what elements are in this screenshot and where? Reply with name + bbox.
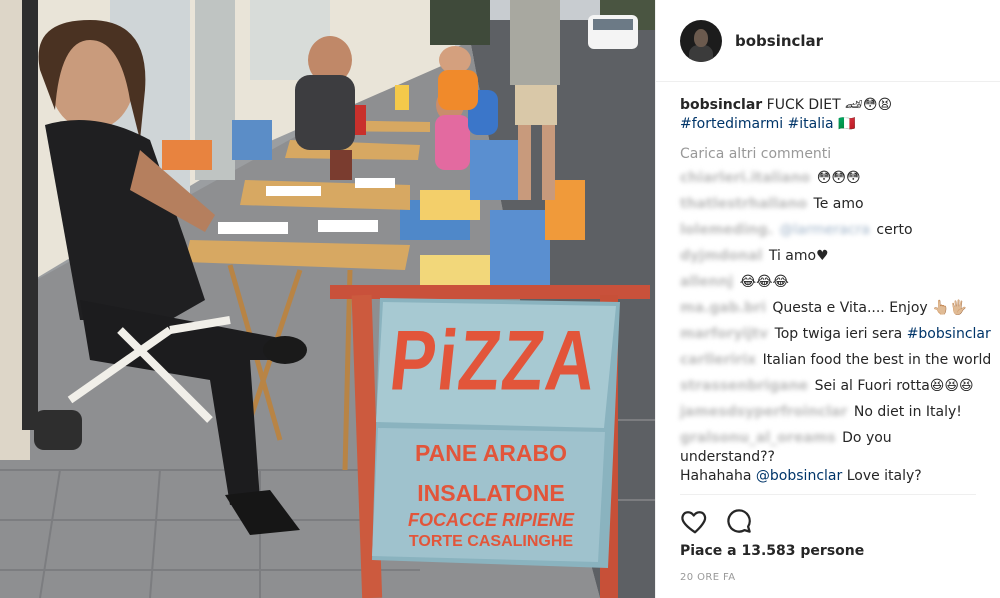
post-header: bobsinclar: [656, 0, 1000, 82]
comment-bubble-icon[interactable]: [724, 506, 754, 536]
comment-text-continued: Hahahaha: [680, 468, 756, 484]
comment-username[interactable]: marforyijtv: [680, 326, 768, 342]
post-photo[interactable]: PiZZA PANE ARABO INSALATONE FOCACCE RIPI…: [0, 0, 655, 598]
caption-username[interactable]: bobsinclar: [680, 97, 762, 113]
post-timestamp[interactable]: 20 ORE FA: [680, 572, 736, 583]
comment: carlleririx Italian food the best in the…: [680, 351, 991, 370]
comment-username[interactable]: dyjmdonal: [680, 248, 762, 264]
comment: jamesdsyperfroinclar No diet in Italy!: [680, 403, 976, 422]
comment-text: Sei al Fuori rotta😆😆😆: [814, 378, 974, 394]
caption: bobsinclar FUCK DIET 🏎😳😫 #fortedimarmi #…: [680, 96, 976, 134]
comment: strassenbrigane Sei al Fuori rotta😆😆😆: [680, 377, 976, 396]
comment-text: No diet in Italy!: [853, 404, 962, 420]
comment-username[interactable]: lolemeding.: [680, 222, 773, 238]
comment-username[interactable]: ma.gab.bri: [680, 300, 766, 316]
comment-text: Ti amo♥: [768, 248, 829, 264]
comment-text-continued: Love italy?: [842, 468, 922, 484]
likes-count[interactable]: Piace a 13.583 persone: [680, 543, 864, 559]
comment: dyjmdonal Ti amo♥: [680, 247, 976, 266]
comment-username[interactable]: jamesdsyperfroinclar: [680, 404, 847, 420]
comment-text: Te amo: [813, 196, 864, 212]
comment-text: Questa e Vita.... Enjoy 👆🏼🖐🏼: [772, 300, 967, 316]
post-container: PiZZA PANE ARABO INSALATONE FOCACCE RIPI…: [0, 0, 1000, 598]
comment-mention[interactable]: @bobsinclar: [756, 468, 842, 484]
comment: gralsonu_al_oreams Do you understand?? H…: [680, 429, 976, 486]
comment-username[interactable]: chiarleri.italiano: [680, 170, 810, 186]
comment: marforyijtv Top twiga ieri sera #bobsinc…: [680, 325, 991, 344]
comment-username[interactable]: carlleririx: [680, 352, 756, 368]
comment-text: Italian food the best in the world: [762, 352, 992, 368]
comment: lolemeding. @larmeracra certo: [680, 221, 976, 240]
comment-username[interactable]: allennj: [680, 274, 733, 290]
caption-text: FUCK DIET 🏎😳😫: [766, 97, 893, 113]
comment-username[interactable]: thatlestrhallano: [680, 196, 807, 212]
header-username[interactable]: bobsinclar: [735, 32, 823, 50]
post-side-panel: bobsinclar bobsinclar FUCK DIET 🏎😳😫 #for…: [655, 0, 1000, 598]
comment-text: Top twiga ieri sera: [774, 326, 907, 342]
comment-text: 😂😂😂: [739, 274, 789, 290]
comments-section: bobsinclar FUCK DIET 🏎😳😫 #fortedimarmi #…: [656, 82, 1000, 486]
comment-hashtag[interactable]: #bobsinclar: [907, 326, 991, 342]
comment: allennj 😂😂😂: [680, 273, 976, 292]
caption-hashtags[interactable]: #fortedimarmi #italia 🇮🇹: [680, 116, 856, 132]
photo-scene: [0, 0, 655, 598]
comment-mention[interactable]: @larmeracra: [779, 222, 870, 238]
comment-username[interactable]: strassenbrigane: [680, 378, 808, 394]
comment: chiarleri.italiano 😳😳😳: [680, 169, 976, 188]
comment: ma.gab.bri Questa e Vita.... Enjoy 👆🏼🖐🏼: [680, 299, 976, 318]
avatar[interactable]: [680, 19, 722, 62]
action-bar: [680, 506, 754, 536]
comment: thatlestrhallano Te amo: [680, 195, 976, 214]
like-heart-icon[interactable]: [680, 506, 710, 536]
comment-text: certo: [871, 222, 913, 238]
actions-divider: [680, 494, 976, 495]
comment-username[interactable]: gralsonu_al_oreams: [680, 430, 836, 446]
load-more-comments-link[interactable]: Carica altri commenti: [680, 145, 976, 164]
comment-text: 😳😳😳: [816, 170, 861, 186]
